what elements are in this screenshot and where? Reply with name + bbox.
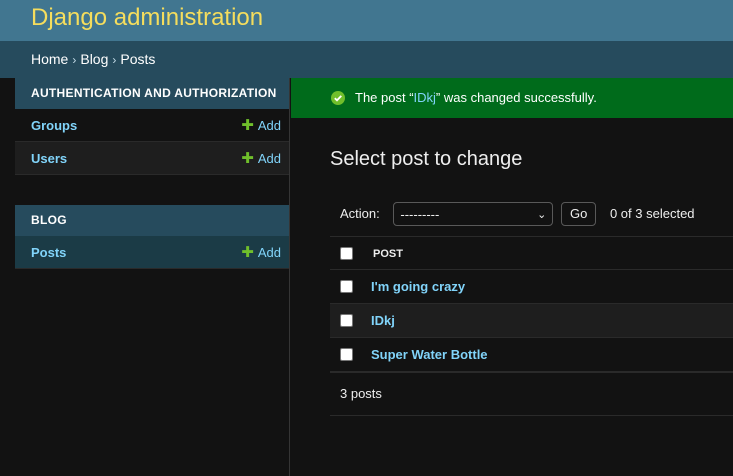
sidebar-link-users[interactable]: Users: [31, 151, 67, 166]
sidebar-nav: AUTHENTICATION AND AUTHORIZATION Groups …: [15, 78, 290, 476]
plus-icon: ✚: [241, 150, 254, 167]
sidebar-item-posts: Posts ✚ Add: [15, 236, 289, 269]
breadcrumb-home[interactable]: Home: [31, 51, 68, 67]
header: Django administration: [0, 0, 733, 41]
add-groups-button[interactable]: ✚ Add: [241, 109, 281, 142]
add-users-button[interactable]: ✚ Add: [241, 142, 281, 175]
sidebar-link-groups[interactable]: Groups: [31, 118, 77, 133]
action-select-value: ---------: [400, 207, 440, 222]
column-header-post[interactable]: POST: [373, 237, 403, 271]
row-checkbox[interactable]: [340, 314, 353, 327]
select-all-checkbox[interactable]: [340, 247, 353, 260]
message-prefix: The post “: [355, 90, 414, 105]
action-label: Action:: [340, 206, 380, 221]
table-header-row: POST: [330, 236, 733, 270]
sidebar-link-posts[interactable]: Posts: [31, 245, 66, 260]
selected-count: 0 of 3 selected: [609, 206, 695, 221]
sidebar-item-groups: Groups ✚ Add: [15, 109, 289, 142]
table-row: I'm going crazy: [330, 270, 733, 304]
breadcrumb: Home › Blog › Posts: [0, 41, 733, 78]
sidebar-item-users: Users ✚ Add: [15, 142, 289, 175]
add-label: Add: [257, 245, 281, 260]
message-post-link[interactable]: IDkj: [414, 90, 436, 105]
add-posts-button[interactable]: ✚ Add: [241, 236, 281, 269]
action-select[interactable]: --------- ⌄: [393, 202, 554, 226]
paginator: 3 posts: [330, 372, 733, 416]
post-link[interactable]: I'm going crazy: [371, 270, 465, 304]
table-row: IDkj: [330, 304, 733, 338]
row-checkbox[interactable]: [340, 280, 353, 293]
actions-bar: Action: --------- ⌄ Go 0 of 3 selected: [330, 202, 695, 226]
chevron-down-icon: ⌄: [537, 209, 547, 221]
page-title: Select post to change: [330, 148, 523, 170]
row-checkbox[interactable]: [340, 348, 353, 361]
breadcrumb-separator: ›: [72, 53, 77, 67]
plus-icon: ✚: [241, 244, 254, 261]
add-label: Add: [257, 118, 281, 133]
breadcrumb-blog[interactable]: Blog: [80, 51, 108, 67]
module-gap: [15, 175, 289, 205]
module-caption-auth[interactable]: AUTHENTICATION AND AUTHORIZATION: [15, 78, 289, 109]
post-link[interactable]: IDkj: [371, 304, 395, 338]
go-button[interactable]: Go: [561, 202, 597, 226]
main-content: The post “IDkj” was changed successfully…: [291, 78, 733, 476]
success-message: The post “IDkj” was changed successfully…: [291, 78, 733, 118]
message-suffix: ” was changed successfully.: [435, 90, 597, 105]
plus-icon: ✚: [241, 117, 254, 134]
check-circle-icon: [331, 91, 345, 105]
result-table: POST I'm going crazy IDkj Super Water Bo…: [330, 236, 733, 372]
post-link[interactable]: Super Water Bottle: [371, 338, 488, 372]
breadcrumb-posts: Posts: [120, 51, 156, 67]
site-name[interactable]: Django administration: [31, 4, 263, 32]
module-caption-blog[interactable]: BLOG: [15, 205, 289, 236]
add-label: Add: [257, 151, 281, 166]
breadcrumb-separator: ›: [112, 53, 117, 67]
table-row: Super Water Bottle: [330, 338, 733, 372]
message-text: The post “IDkj” was changed successfully…: [355, 90, 597, 105]
